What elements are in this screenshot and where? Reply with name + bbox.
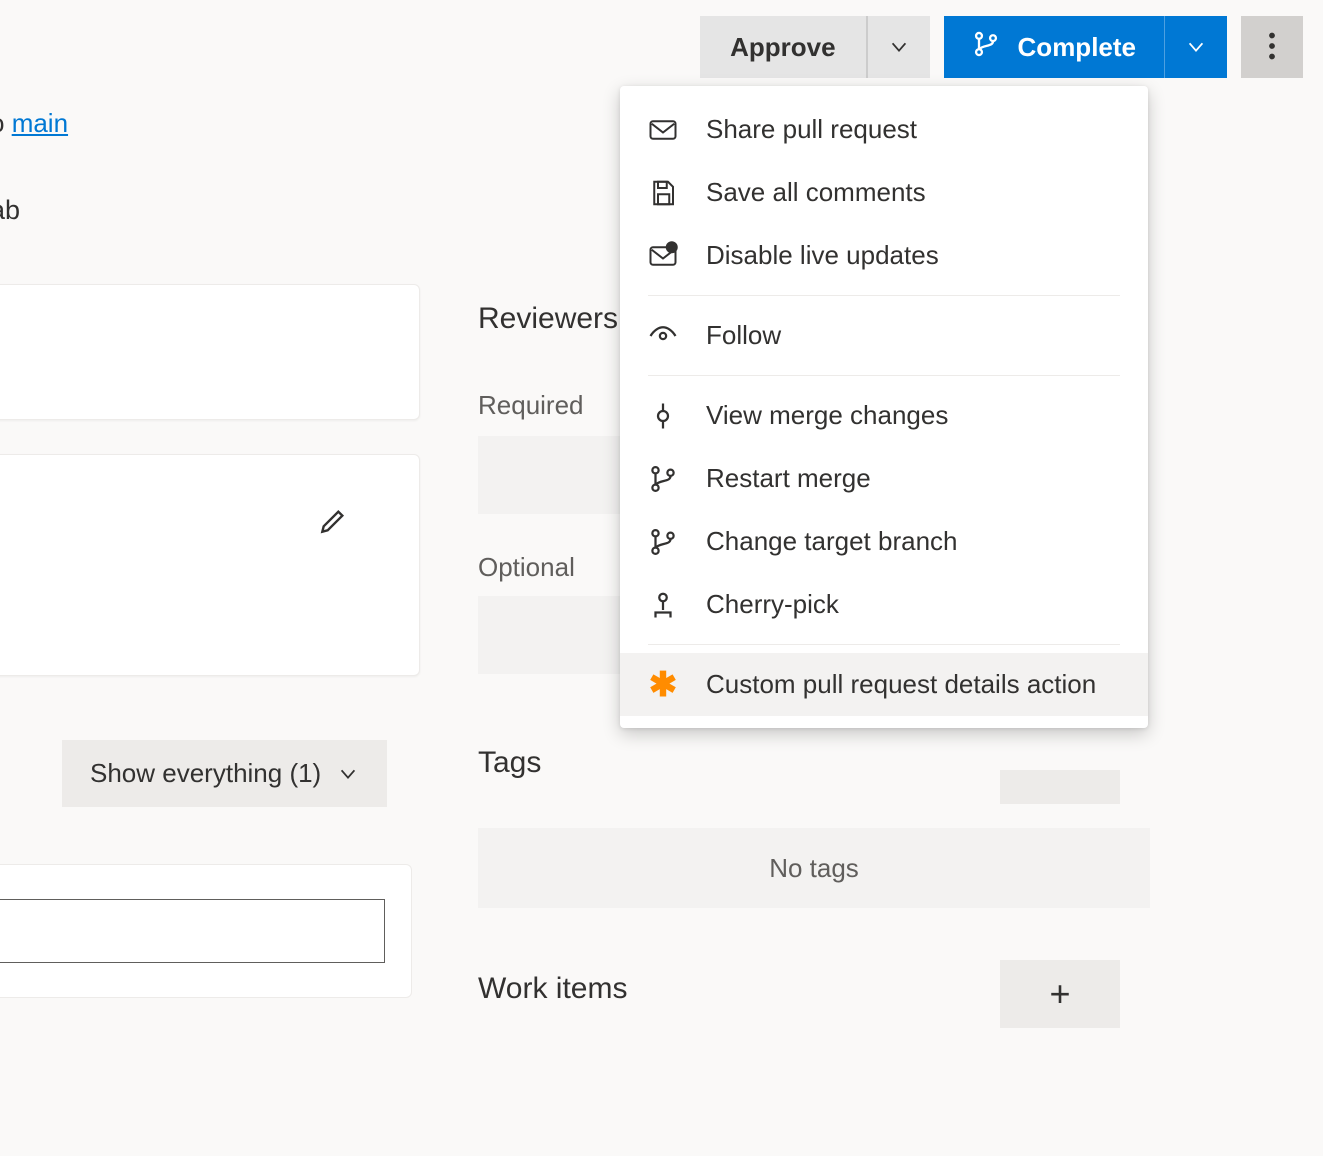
cherry-pick-icon (648, 590, 678, 620)
branch-link[interactable]: main (12, 108, 68, 138)
breadcrumb: o main (0, 108, 68, 139)
content-card (0, 454, 420, 676)
kebab-icon (1268, 32, 1276, 63)
mail-badge-icon (648, 241, 678, 271)
branch-icon (972, 30, 1000, 65)
comment-card (0, 864, 412, 998)
branch-icon (648, 464, 678, 494)
reviewers-heading: Reviewers (478, 302, 618, 336)
chevron-down-icon (337, 763, 359, 785)
menu-separator (648, 644, 1120, 645)
tags-empty-state[interactable]: No tags (478, 828, 1150, 908)
edit-button[interactable] (317, 505, 349, 537)
eye-icon (648, 321, 678, 351)
comment-input[interactable] (0, 899, 385, 963)
add-work-item-button[interactable]: + (1000, 960, 1120, 1028)
tags-heading: Tags (478, 746, 541, 780)
no-tags-label: No tags (769, 853, 859, 884)
commit-icon (648, 401, 678, 431)
tags-add-button[interactable] (1000, 770, 1120, 804)
required-label: Required (478, 390, 584, 421)
menu-share-pr[interactable]: Share pull request (620, 98, 1148, 161)
asterisk-icon: ✱ (648, 670, 678, 700)
menu-disable-live[interactable]: Disable live updates (620, 224, 1148, 287)
more-actions-button[interactable] (1241, 16, 1303, 78)
menu-view-merge-changes[interactable]: View merge changes (620, 384, 1148, 447)
menu-item-label: View merge changes (706, 400, 948, 431)
menu-item-label: Follow (706, 320, 781, 351)
chevron-down-icon (888, 36, 910, 58)
menu-separator (648, 295, 1120, 296)
menu-follow[interactable]: Follow (620, 304, 1148, 367)
optional-label: Optional (478, 552, 575, 583)
menu-separator (648, 375, 1120, 376)
branch-icon (648, 527, 678, 557)
overflow-menu: Share pull request Save all comments Dis… (620, 86, 1148, 728)
menu-change-target[interactable]: Change target branch (620, 510, 1148, 573)
save-icon (648, 178, 678, 208)
menu-item-label: Change target branch (706, 526, 958, 557)
menu-item-label: Share pull request (706, 114, 917, 145)
menu-item-label: Save all comments (706, 177, 926, 208)
show-everything-filter[interactable]: Show everything (1) (62, 740, 387, 807)
menu-custom-action[interactable]: ✱ Custom pull request details action (620, 653, 1148, 716)
menu-item-label: Custom pull request details action (706, 669, 1096, 700)
menu-cherry-pick[interactable]: Cherry-pick (620, 573, 1148, 636)
approve-button[interactable]: Approve (700, 16, 867, 78)
menu-item-label: Restart merge (706, 463, 871, 494)
work-items-heading: Work items (478, 972, 627, 1006)
breadcrumb-text: o (0, 108, 12, 138)
tab-fragment: ab (0, 195, 20, 226)
menu-save-comments[interactable]: Save all comments (620, 161, 1148, 224)
chevron-down-icon (1185, 36, 1207, 58)
complete-dropdown-button[interactable] (1165, 16, 1227, 78)
complete-label: Complete (1018, 32, 1136, 63)
complete-button[interactable]: Complete (944, 16, 1165, 78)
menu-item-label: Cherry-pick (706, 589, 839, 620)
menu-item-label: Disable live updates (706, 240, 939, 271)
description-card (0, 284, 420, 420)
menu-restart-merge[interactable]: Restart merge (620, 447, 1148, 510)
mail-icon (648, 115, 678, 145)
approve-dropdown-button[interactable] (868, 16, 930, 78)
filter-label: Show everything (1) (90, 758, 321, 789)
